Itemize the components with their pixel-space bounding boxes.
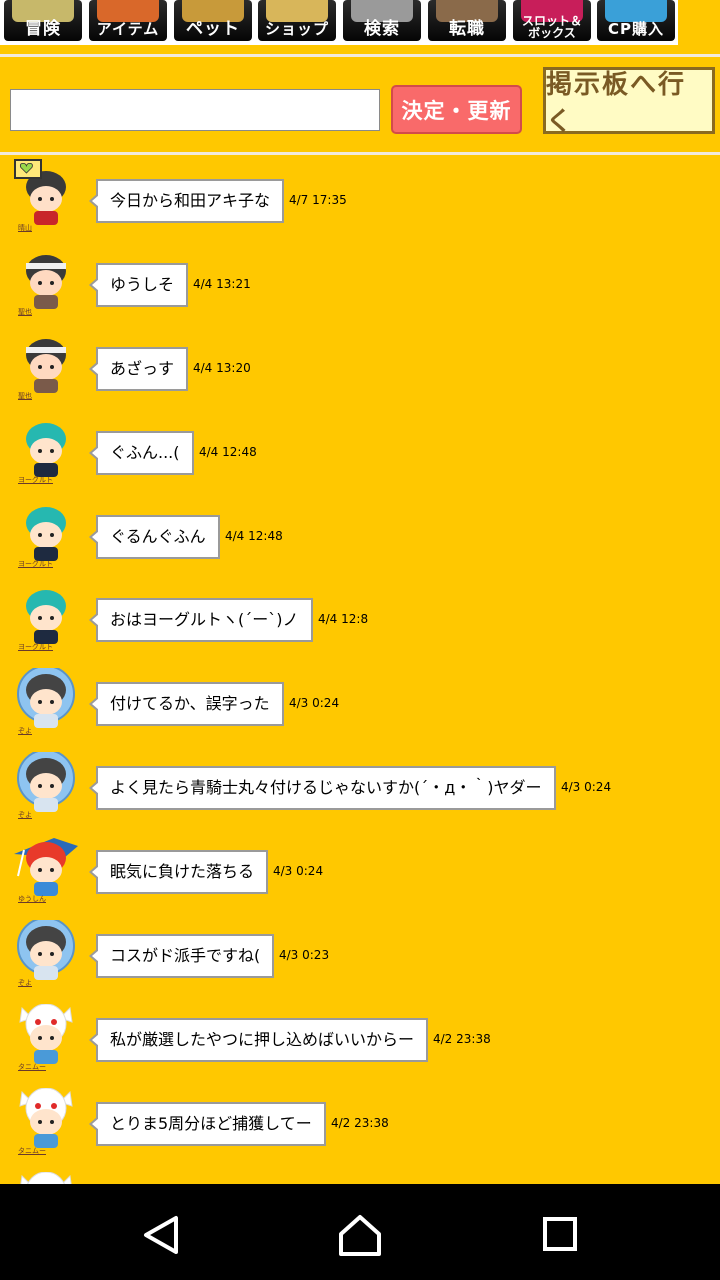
username-link[interactable]: ゆうしん — [18, 895, 46, 904]
nav-button-6[interactable]: スロット＆ ボックス — [513, 0, 591, 41]
message-timestamp: 4/4 12:48 — [225, 529, 283, 543]
message-timestamp: 4/4 13:20 — [193, 361, 251, 375]
nav-button-5[interactable]: 転職 — [428, 0, 506, 41]
username-link[interactable]: ヨーグルト — [18, 476, 53, 485]
username-link[interactable]: タニムー — [18, 1147, 46, 1156]
avatar[interactable] — [14, 584, 78, 644]
top-nav-bar: 冒険 アイテム ペット ショップ 検索 転職 スロット＆ ボックス CP購入 — [0, 0, 678, 45]
message-bubble: ぐふん...( — [89, 431, 194, 475]
message-timestamp: 4/4 13:21 — [193, 277, 251, 291]
username-link[interactable]: ぞよ — [18, 727, 32, 736]
message-row: ぞよ よく見たら青騎士丸々付けるじゃないすか(´・д・｀)ヤダー 4/3 0:24 — [0, 742, 720, 826]
nav-button-label: 転職 — [449, 19, 485, 39]
message-row: 聖也 あざっす 4/4 13:20 — [0, 323, 720, 407]
username-link[interactable]: ヨーグルト — [18, 643, 53, 652]
username-link[interactable]: 晴山 — [18, 224, 32, 233]
username-link[interactable]: 聖也 — [18, 392, 32, 401]
message-bubble: とりま5周分ほど捕獲してー — [89, 1102, 326, 1146]
avatar[interactable] — [14, 501, 78, 561]
home-icon[interactable] — [335, 1212, 385, 1258]
message-timestamp: 4/3 0:24 — [289, 696, 340, 710]
message-row: 聖也 ゆうしそ 4/4 13:21 — [0, 239, 720, 323]
nav-button-label: CP購入 — [607, 20, 664, 38]
message-bubble: ゆうしそ — [88, 263, 189, 307]
username-link[interactable]: ぞよ — [18, 979, 32, 988]
username-link[interactable]: ぞよ — [18, 811, 32, 820]
avatar[interactable] — [14, 1087, 78, 1148]
message-timestamp: 4/2 23:38 — [433, 1032, 491, 1046]
message-bubble: ぐるんぐふん — [89, 515, 220, 559]
nav-button-label: ショップ — [264, 20, 329, 38]
message-bubble: 私が厳選したやつに押し込めばいいからー — [88, 1018, 429, 1062]
message-row: ヨーグルト おはヨーグルトヽ(´ー`)ノ 4/4 12:8 — [0, 574, 720, 658]
nav-button-1[interactable]: アイテム — [89, 0, 167, 41]
message-timestamp: 4/4 12:48 — [199, 445, 257, 459]
message-timestamp: 4/2 23:38 — [331, 1116, 389, 1130]
message-bubble: コスがド派手ですね( — [88, 934, 275, 978]
username-link[interactable]: ヨーグルト — [18, 560, 53, 569]
message-list: 晴山 今日から和田アキ子な 4/7 17:35 聖也 ゆうしそ 4/4 13:21 聖也 あざ… — [0, 155, 720, 1184]
message-row: ゆうしん 眠気に負けた落ちる 4/3 0:24 — [0, 826, 720, 910]
message-timestamp: 4/3 0:24 — [273, 864, 324, 878]
message-row: ヨーグルト ぐふん...( 4/4 12:48 — [0, 407, 720, 491]
message-bubble: よく見たら青騎士丸々付けるじゃないすか(´・д・｀)ヤダー — [89, 766, 556, 810]
nav-button-label: 検索 — [364, 19, 400, 39]
cp-icon — [605, 0, 667, 22]
nav-button-label: アイテム — [96, 20, 160, 38]
go-to-board-button[interactable]: 掲示板へ行く — [543, 67, 715, 137]
avatar[interactable] — [14, 749, 78, 812]
username-link[interactable]: 聖也 — [18, 308, 32, 317]
message-timestamp: 4/3 0:23 — [279, 948, 330, 962]
nav-button-0[interactable]: 冒険 — [4, 0, 82, 41]
message-bubble: 付けてるか、誤字った — [89, 682, 284, 726]
avatar[interactable] — [14, 333, 78, 393]
message-timestamp: 4/7 17:35 — [289, 193, 347, 207]
nav-button-2[interactable]: ペット — [174, 0, 252, 41]
avatar[interactable] — [14, 917, 78, 980]
message-bubble: 眠気に負けた落ちる — [88, 850, 269, 894]
avatar[interactable] — [14, 836, 78, 896]
heart-badge-icon — [14, 159, 42, 179]
nav-button-label: 冒険 — [25, 19, 61, 39]
submit-update-button[interactable]: 決定・更新 — [391, 85, 522, 134]
avatar[interactable] — [14, 1171, 78, 1184]
message-input[interactable] — [10, 89, 380, 131]
message-row: タニムー — [0, 1162, 720, 1184]
avatar[interactable] — [14, 1003, 78, 1064]
username-link[interactable]: タニムー — [18, 1063, 46, 1072]
system-nav-bar — [0, 1184, 720, 1280]
message-row: タニムー とりま5周分ほど捕獲してー 4/2 23:38 — [0, 1078, 720, 1162]
message-row: タニムー 私が厳選したやつに押し込めばいいからー 4/2 23:38 — [0, 994, 720, 1078]
divider — [0, 54, 720, 57]
back-icon[interactable] — [136, 1212, 186, 1258]
avatar[interactable] — [14, 249, 78, 309]
nav-button-label: スロット＆ ボックス — [521, 14, 582, 40]
message-bubble: おはヨーグルトヽ(´ー`)ノ — [89, 598, 313, 642]
message-timestamp: 4/4 12:8 — [318, 612, 369, 626]
item-icon — [97, 0, 159, 22]
recents-icon[interactable] — [535, 1212, 585, 1258]
avatar[interactable] — [14, 665, 78, 728]
nav-button-7[interactable]: CP購入 — [597, 0, 675, 41]
message-timestamp: 4/3 0:24 — [561, 780, 612, 794]
message-row: ぞよ コスがド派手ですね( 4/3 0:23 — [0, 910, 720, 994]
shop-icon — [266, 0, 328, 22]
message-row: ヨーグルト ぐるんぐふん 4/4 12:48 — [0, 491, 720, 575]
message-row: 晴山 今日から和田アキ子な 4/7 17:35 — [0, 155, 720, 239]
nav-button-4[interactable]: 検索 — [343, 0, 421, 41]
nav-button-3[interactable]: ショップ — [258, 0, 336, 41]
nav-button-label: ペット — [186, 19, 240, 39]
message-bubble: 今日から和田アキ子な — [88, 179, 285, 223]
message-bubble: あざっす — [88, 347, 189, 391]
avatar[interactable] — [14, 417, 78, 477]
message-row: ぞよ 付けてるか、誤字った 4/3 0:24 — [0, 658, 720, 742]
